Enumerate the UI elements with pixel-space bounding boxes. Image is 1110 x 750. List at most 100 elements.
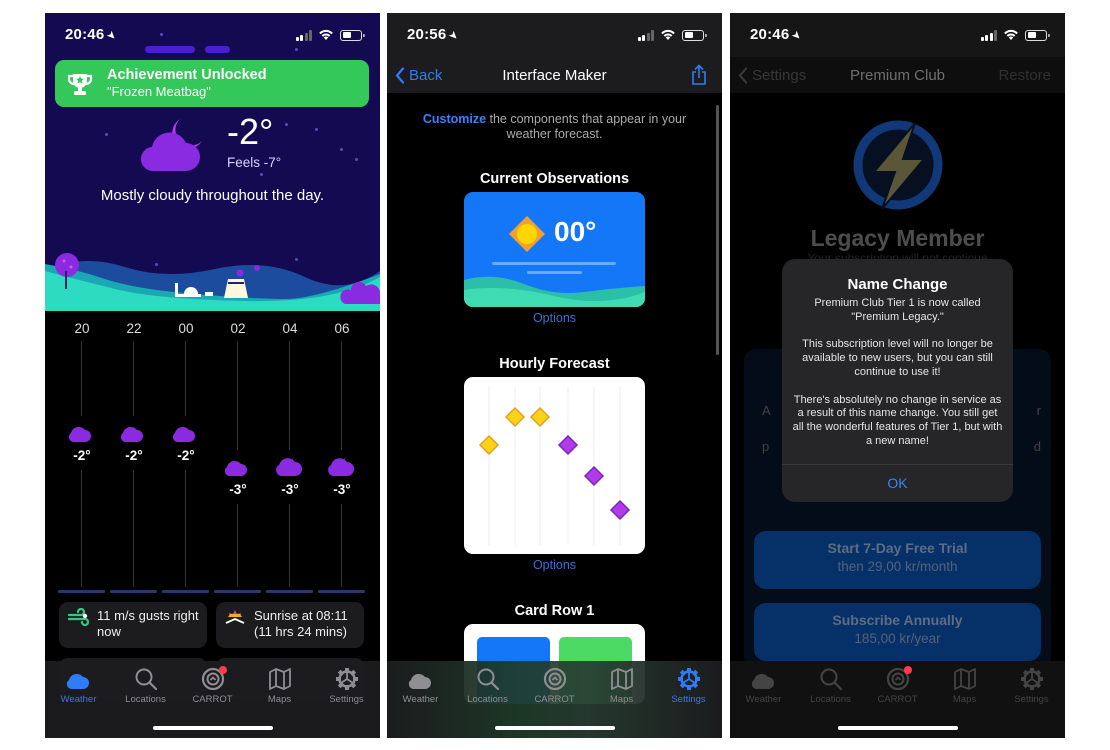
sunrise-card[interactable]: Sunrise at 08:11 (11 hrs 24 mins) [216,602,364,648]
hourly-column[interactable]: 00 -2° [160,311,212,601]
hourly-column[interactable]: 06 -3° [316,311,368,601]
tab-label: CARROT [534,694,575,705]
home-indicator[interactable] [838,726,958,730]
hour-bar [110,590,157,593]
gear-icon [676,667,702,691]
wifi-icon [660,29,676,41]
tab-label: Maps [267,694,292,705]
chevron-left-icon [395,66,405,84]
tab-weather[interactable]: Weather [45,661,112,738]
tab-label: Settings [671,694,706,705]
hour-temperature: -3° [333,482,351,497]
tab-settings[interactable]: Settings [998,661,1065,738]
notification-badge [903,666,912,674]
current-observations-preview[interactable]: 00° [464,192,645,307]
achievement-title: Achievement Unlocked [107,67,267,83]
navigation-bar: Back Interface Maker [387,57,722,93]
current-observations-options-link[interactable]: Options [387,311,722,325]
tab-settings[interactable]: Settings [655,661,722,738]
weather-icon [66,667,92,691]
preview-marker [529,406,551,428]
hour-temperature: -2° [125,448,143,463]
hourly-forecast[interactable]: 20 -2° 22 -2° 00 -2° 02 -3° 04 -3° 06 -3° [45,311,380,601]
tab-label: Locations [467,694,508,705]
tab-label: Maps [952,694,977,705]
hourly-column[interactable]: 02 -3° [212,311,264,601]
alert-message: Premium Club Tier 1 is now called "Premi… [792,297,1003,447]
carrot-icon [542,667,568,691]
tab-settings[interactable]: Settings [313,661,380,738]
home-indicator[interactable] [153,726,273,730]
hour-bar [58,590,105,593]
hour-gridline [185,470,186,587]
hour-bar [266,590,313,593]
weather-summary: Mostly cloudy throughout the day. [100,187,325,204]
map-icon [952,667,978,691]
partly-cloudy-night-icon [224,454,252,478]
tab-weather[interactable]: Weather [387,661,454,738]
achievement-banner[interactable]: Achievement Unlocked "Frozen Meatbag" [55,60,369,107]
hour-temperature: -3° [281,482,299,497]
status-bar: 20:46➤ [730,13,1065,57]
location-arrow-icon: ➤ [789,28,805,44]
tab-label: Settings [1014,694,1049,705]
carrot-icon [200,666,227,691]
signal-icon [295,29,312,41]
partly-cloudy-night-icon [120,420,148,444]
premium-club-screen: 20:46➤ Settings Premium Club Restore Leg… [730,13,1065,738]
map-icon [267,667,293,691]
hour-temperature: -2° [73,448,91,463]
hourly-column[interactable]: 20 -2° [56,311,108,601]
hour-gridline [289,341,290,450]
hour-gridline [289,504,290,587]
tab-label: Settings [329,694,364,705]
status-time: 20:46 [65,26,105,43]
current-observations-illustration [464,216,645,307]
section-title-current-observations: Current Observations [479,171,630,187]
hour-gridline [133,341,134,416]
hour-label: 04 [282,321,298,336]
interface-maker-screen: 20:56➤ Back Interface Maker Customize th… [387,13,722,738]
current-temperature: -2° [227,111,274,152]
achievement-subtitle: "Frozen Meatbag" [107,84,211,99]
back-button[interactable]: Back [395,67,442,84]
preview-marker [609,499,631,521]
hourly-forecast-options-link[interactable]: Options [387,558,722,572]
hour-gridline [341,504,342,587]
hour-label: 06 [334,321,350,336]
search-icon [133,667,159,691]
preview-marker [557,434,579,456]
signal-icon [980,29,997,41]
hour-label: 00 [178,321,194,336]
preview-marker [583,465,605,487]
tab-label: Weather [745,694,782,705]
wind-card-text: 11 m/s gusts right now [97,608,199,639]
feels-like: Feels -7° [227,155,282,170]
wind-card[interactable]: 11 m/s gusts right now [59,602,207,648]
notification-badge [218,666,227,674]
hour-gridline [133,470,134,587]
hourly-column[interactable]: 04 -3° [264,311,316,601]
section-title-card-row-1: Card Row 1 [514,603,595,619]
tab-label: Weather [402,694,439,705]
hourly-forecast-illustration [478,387,631,545]
tab-label: Locations [125,694,166,705]
tab-weather[interactable]: Weather [730,661,797,738]
home-indicator[interactable] [495,726,615,730]
signal-icon [637,29,654,41]
customize-highlight: Customize [422,112,487,126]
hourly-forecast-preview[interactable] [464,377,645,554]
preview-temp: 00° [554,216,597,247]
battery-icon [340,29,365,41]
location-arrow-icon: ➤ [446,28,462,44]
sunrise-icon [225,610,245,624]
share-icon[interactable] [690,64,708,86]
scrollbar[interactable] [716,105,719,355]
hour-gridline [81,470,82,587]
location-arrow-icon: ➤ [104,28,120,44]
tab-label: CARROT [192,694,233,705]
alert-ok-button[interactable]: OK [782,464,1013,502]
hourly-column[interactable]: 22 -2° [108,311,160,601]
landscape-illustration [45,253,380,311]
hour-label: 22 [126,321,142,336]
